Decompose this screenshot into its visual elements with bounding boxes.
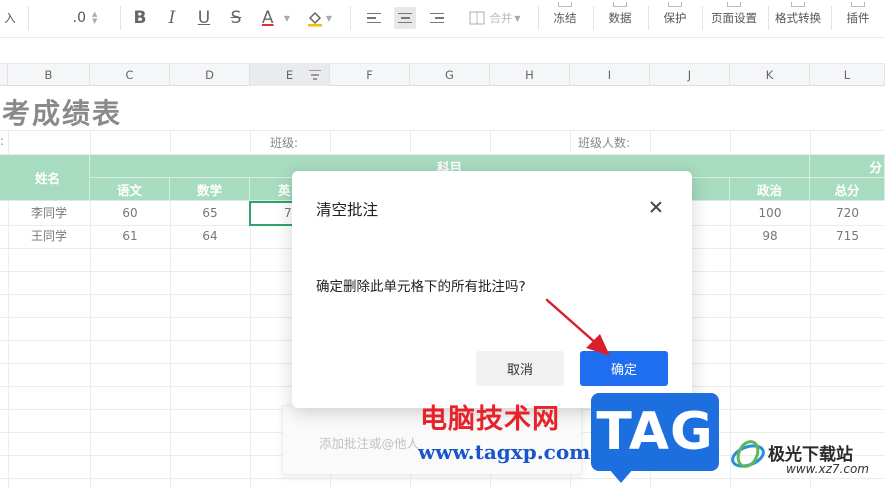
sheet-title: 统考成绩表 <box>0 97 123 130</box>
table-cell[interactable]: 715 <box>810 225 885 248</box>
column-header[interactable]: B <box>8 64 90 86</box>
toolbar-divider <box>350 6 351 30</box>
column-header[interactable]: G <box>410 64 490 86</box>
header-subject[interactable]: 数学 <box>170 178 250 201</box>
column-header[interactable]: D <box>170 64 250 86</box>
info-prefix: : <box>0 134 5 148</box>
align-right-icon <box>426 7 448 29</box>
column-header[interactable]: I <box>570 64 650 86</box>
table-cell-name[interactable]: 王同学 <box>8 225 90 248</box>
align-left-button[interactable] <box>362 4 386 32</box>
plugins-button[interactable]: 插件 <box>838 2 878 32</box>
close-icon[interactable] <box>646 197 666 217</box>
column-header[interactable]: J <box>650 64 730 86</box>
column-header[interactable]: H <box>490 64 570 86</box>
table-cell-name[interactable]: 李同学 <box>8 202 90 225</box>
class-label: 班级: <box>270 136 299 150</box>
table-cell[interactable]: 100 <box>730 202 810 225</box>
align-center-button[interactable] <box>393 4 417 32</box>
confirm-button[interactable]: 确定 <box>580 351 668 386</box>
align-center-icon <box>394 7 416 29</box>
toolbar-divider <box>831 6 832 30</box>
column-header-selected[interactable]: E <box>250 64 330 86</box>
watermark-url: www.tagxp.com <box>418 440 591 464</box>
toolbar-divider <box>28 6 29 30</box>
chevron-down-icon: ▼ <box>514 13 521 23</box>
clear-comments-dialog: 清空批注 确定删除此单元格下的所有批注吗? 取消 确定 <box>292 171 692 408</box>
toolbar: 入 .0 ▲ ▼ B I U S A ▼ ▼ 合并 ▼ 冻结 数据 保护 页面设… <box>0 0 885 38</box>
protect-icon <box>668 2 682 7</box>
site-url: www.xz7.com <box>786 462 869 476</box>
formula-band <box>0 38 885 64</box>
data-button[interactable]: 数据 <box>600 2 640 32</box>
watermark-cn-text: 电脑技术网 <box>420 404 560 435</box>
column-header[interactable]: C <box>90 64 170 86</box>
grid-line <box>0 478 885 479</box>
format-convert-button[interactable]: 格式转换 <box>770 2 826 32</box>
column-header[interactable]: K <box>730 64 810 86</box>
toolbar-divider <box>768 6 769 30</box>
column-header[interactable]: L <box>810 64 885 86</box>
column-header-bar: B C D E F G H I J K L <box>0 64 885 86</box>
data-icon <box>613 2 627 7</box>
table-cell[interactable]: 98 <box>730 225 810 248</box>
merge-button[interactable]: 合并 ▼ <box>460 4 530 32</box>
fill-color-button[interactable]: ▼ <box>300 4 338 32</box>
toolbar-divider <box>120 6 121 30</box>
align-right-button[interactable] <box>425 4 449 32</box>
header-subject[interactable]: 总分 <box>810 178 885 201</box>
merge-cells-icon <box>469 11 486 25</box>
toolbar-divider <box>648 6 649 30</box>
header-total-group[interactable]: 分 <box>810 155 885 178</box>
insert-fragment[interactable]: 入 <box>0 4 20 32</box>
header-name[interactable]: 姓名 <box>0 155 90 201</box>
chevron-down-icon: ▼ <box>325 13 333 23</box>
strikethrough-button[interactable]: S <box>226 4 246 32</box>
table-cell[interactable]: 60 <box>90 202 170 225</box>
plugins-icon <box>851 2 865 7</box>
table-cell[interactable]: 61 <box>90 225 170 248</box>
class-count-label: 班级人数: <box>578 136 631 150</box>
toolbar-divider <box>538 6 539 30</box>
font-color-button[interactable]: A ▼ <box>258 4 294 32</box>
comment-placeholder: 添加批注或@他人 <box>319 436 420 451</box>
aurora-logo-icon <box>731 440 765 468</box>
dialog-message: 确定删除此单元格下的所有批注吗? <box>316 279 526 295</box>
protect-button[interactable]: 保护 <box>655 2 695 32</box>
number-format-stepper[interactable]: .0 ▲ ▼ <box>60 4 110 32</box>
stepper-icon: ▲ ▼ <box>91 10 98 25</box>
tag-logo: TAG <box>591 393 719 483</box>
format-convert-icon <box>791 2 805 7</box>
table-cell[interactable]: 720 <box>810 202 885 225</box>
freeze-icon <box>558 2 572 7</box>
page-setup-button[interactable]: 页面设置 <box>704 2 764 32</box>
toolbar-divider <box>593 6 594 30</box>
dialog-title: 清空批注 <box>316 201 379 219</box>
align-left-icon <box>363 7 385 29</box>
bold-button[interactable]: B <box>130 4 150 32</box>
table-cell[interactable]: 65 <box>170 202 250 225</box>
italic-button[interactable]: I <box>162 4 182 32</box>
filter-icon[interactable] <box>309 70 321 80</box>
page-setup-icon <box>727 2 741 7</box>
header-subject[interactable]: 语文 <box>90 178 170 201</box>
toolbar-divider <box>702 6 703 30</box>
grid-line <box>0 130 885 131</box>
freeze-button[interactable]: 冻结 <box>545 2 585 32</box>
table-cell[interactable]: 64 <box>170 225 250 248</box>
column-header-a[interactable] <box>0 64 8 86</box>
underline-button[interactable]: U <box>194 4 214 32</box>
column-header[interactable]: F <box>330 64 410 86</box>
paint-bucket-icon <box>307 11 322 27</box>
chevron-down-icon: ▼ <box>283 13 291 23</box>
cancel-button[interactable]: 取消 <box>476 351 564 386</box>
header-subject[interactable]: 政治 <box>730 178 810 201</box>
